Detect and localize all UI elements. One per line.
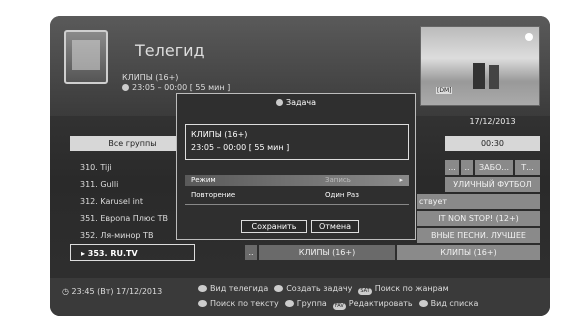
- footer-clock-row: ◷ 23:45 (Вт) 17/12/2013: [62, 287, 162, 296]
- sat-key-icon: SAT: [358, 288, 372, 295]
- footer-hints-line-2: Поиск по тексту Группа FAV Редактировать Вид…: [192, 299, 478, 310]
- mode-value: Запись: [325, 176, 351, 184]
- epg-screen: Телегид КЛИПЫ (16+) 23:05 – 00:00 [ 55 м…: [50, 16, 550, 316]
- hint-text-search[interactable]: Поиск по тексту: [210, 299, 279, 308]
- video-preview: [DM]: [420, 26, 540, 106]
- hint-create-task[interactable]: Создать задачу: [286, 284, 352, 293]
- info-icon: [275, 99, 283, 106]
- save-button[interactable]: Сохранить: [241, 220, 307, 233]
- green-key-icon: [274, 285, 284, 292]
- guide-logo-icon: [64, 30, 108, 84]
- red-key-icon: [198, 285, 207, 292]
- program-cell[interactable]: ..: [245, 245, 257, 260]
- program-cell[interactable]: ЗАБО...: [475, 160, 513, 175]
- footer-clock: 23:45 (Вт) 17/12/2013: [71, 287, 163, 296]
- current-program-time: 23:05 – 00:00 [ 55 мин ]: [132, 83, 231, 92]
- footer-bar: ◷ 23:45 (Вт) 17/12/2013 Вид телегида Созд…: [50, 278, 550, 316]
- info-icon: [122, 84, 129, 91]
- guide-date: 17/12/2013: [469, 117, 516, 126]
- current-program-time-row: 23:05 – 00:00 [ 55 мин ]: [122, 83, 230, 92]
- repeat-row[interactable]: Повторение Один Раз: [185, 190, 409, 201]
- dialog-title: Задача: [285, 98, 317, 107]
- repeat-label: Повторение: [191, 191, 236, 199]
- program-cell[interactable]: ..: [461, 160, 473, 175]
- preview-indicator-icon: [525, 33, 533, 41]
- clock-icon: ◷: [62, 287, 69, 296]
- footer-hints-line-1: Вид телегида Создать задачу SAT Поиск по жа…: [192, 284, 449, 295]
- program-cell-current[interactable]: КЛИПЫ (16+): [259, 245, 395, 260]
- preview-sign: [DM]: [436, 87, 453, 94]
- hint-list-view[interactable]: Вид списка: [431, 299, 479, 308]
- dialog-divider: [185, 204, 409, 205]
- program-cell[interactable]: Т...: [515, 160, 540, 175]
- hint-guide-view[interactable]: Вид телегида: [210, 284, 268, 293]
- dialog-header: Задача: [177, 94, 415, 112]
- program-cell[interactable]: ствует: [417, 194, 540, 209]
- program-cell[interactable]: УЛИЧНЫЙ ФУТБОЛ: [445, 177, 540, 192]
- page-title: Телегид: [135, 41, 205, 60]
- chevron-right-icon: ▸: [399, 176, 403, 184]
- current-program-name: КЛИПЫ (16+): [122, 73, 179, 82]
- program-cell[interactable]: IT NON STOP! (12+): [417, 211, 540, 226]
- fav-key-icon: FAV: [332, 303, 346, 310]
- mode-row[interactable]: Режим Запись ▸: [185, 175, 409, 186]
- program-cell[interactable]: ...: [445, 160, 459, 175]
- tv-frame: Телегид КЛИПЫ (16+) 23:05 – 00:00 [ 55 м…: [0, 0, 569, 327]
- task-dialog: Задача КЛИПЫ (16+) 23:05 – 00:00 [ 55 ми…: [176, 93, 416, 240]
- program-cell[interactable]: КЛИПЫ (16+): [397, 245, 540, 260]
- hint-genre-search[interactable]: Поиск по жанрам: [375, 284, 449, 293]
- blue-key-icon: [284, 300, 294, 307]
- yellow-key-icon: [198, 300, 207, 307]
- dialog-program-time: 23:05 – 00:00 [ 55 мин ]: [191, 143, 290, 152]
- time-slot: 00:30: [445, 136, 540, 151]
- preview-person-2: [489, 65, 499, 89]
- dialog-program-name: КЛИПЫ (16+): [191, 130, 248, 139]
- channel-item-selected[interactable]: ▸ 353. RU.TV: [70, 244, 195, 261]
- repeat-value: Один Раз: [325, 191, 359, 199]
- list-key-icon: [418, 300, 428, 307]
- dialog-program-info: КЛИПЫ (16+) 23:05 – 00:00 [ 55 мин ]: [185, 124, 409, 160]
- grid-row: .. КЛИПЫ (16+) КЛИПЫ (16+): [245, 244, 540, 261]
- hint-edit[interactable]: Редактировать: [349, 299, 413, 308]
- mode-label: Режим: [191, 176, 216, 184]
- hint-group[interactable]: Группа: [297, 299, 327, 308]
- program-cell[interactable]: ВНЫЕ ПЕСНИ. ЛУЧШЕЕ: [417, 228, 540, 243]
- preview-person-1: [473, 63, 485, 89]
- cancel-button[interactable]: Отмена: [311, 220, 359, 233]
